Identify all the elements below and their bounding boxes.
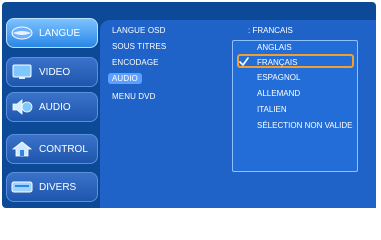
sidebar-item-langue[interactable]: LANGUE [6,18,98,48]
sidebar-item-control[interactable]: CONTROL [6,134,98,164]
sidebar-item-label: CONTROL [39,143,88,155]
house-icon [11,140,33,158]
sidebar-item-video[interactable]: VIDEO [6,57,98,87]
sidebar-item-label: DIVERS [39,181,77,193]
checkmark-icon [239,57,249,66]
sidebar-item-label: VIDEO [39,66,71,78]
language-dropdown[interactable]: ANGLAIS FRANÇAIS ESPAGNOL ALLEMAND ITALI… [232,40,358,172]
setting-audio[interactable]: AUDIO [108,73,142,84]
setting-langue-osd[interactable]: LANGUE OSD [112,26,165,35]
option-anglais[interactable]: ANGLAIS [257,43,292,52]
option-espagnol[interactable]: ESPAGNOL [257,73,300,82]
option-francais[interactable]: FRANÇAIS [257,58,297,67]
option-italien[interactable]: ITALIEN [257,105,287,114]
sidebar-item-label: LANGUE [39,27,81,39]
speaker-icon [11,98,33,116]
setting-menu-dvd[interactable]: MENU DVD [112,92,155,101]
monitor-icon [11,63,33,81]
lips-icon [11,24,33,42]
sidebar: LANGUE VIDEO AUDIO CONTROL DIVERS [2,2,100,208]
option-selection-non-valide[interactable]: SÉLECTION NON VALIDE [257,121,352,130]
sidebar-item-divers[interactable]: DIVERS [6,172,98,202]
setting-sous-titres[interactable]: SOUS TITRES [112,42,166,51]
option-allemand[interactable]: ALLEMAND [257,89,300,98]
sidebar-item-label: AUDIO [39,101,71,113]
panel-icon [11,178,33,196]
current-value: : FRANCAIS [248,26,293,35]
sidebar-item-audio[interactable]: AUDIO [6,92,98,122]
setting-encodage[interactable]: ENCODAGE [112,58,159,67]
